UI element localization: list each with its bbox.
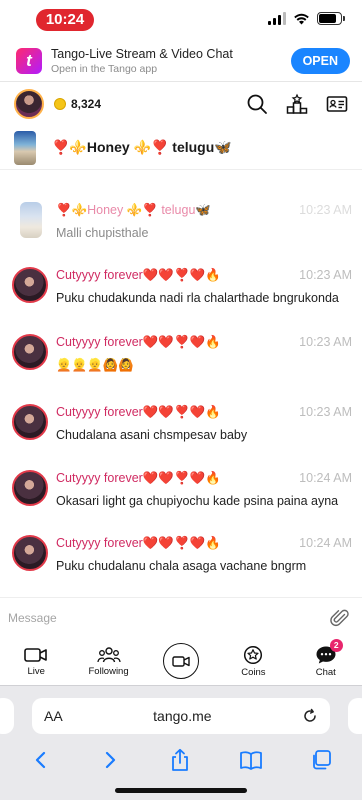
- message-item: Cutyyyy forever❤️❤️❣️❤️🔥 10:23 AM 👱👱👱🙆🙆: [0, 332, 362, 396]
- leaderboard-icon[interactable]: [286, 93, 308, 115]
- banner-title: Tango-Live Stream & Video Chat: [51, 46, 233, 61]
- message-time: 10:23 AM: [299, 405, 352, 419]
- message-item: Cutyyyy forever❤️❤️❣️❤️🔥 10:24 AM Puku c…: [0, 533, 362, 596]
- message-time: 10:24 AM: [299, 536, 352, 550]
- bottom-nav: Live Following Coins 2 Chat: [0, 637, 362, 685]
- nav-following[interactable]: Following: [79, 646, 139, 677]
- profile-card-icon[interactable]: [326, 93, 348, 115]
- address-bar[interactable]: AA tango.me: [32, 698, 330, 734]
- message-text: Okasari light ga chupiyochu kade psina p…: [56, 494, 339, 508]
- chat-partner-name: ❣️⚜️Honey ⚜️❣️ telugu🦋: [52, 139, 232, 155]
- sender-name: Cutyyyy forever❤️❤️❣️❤️🔥: [56, 536, 221, 550]
- status-bar: 10:24: [0, 0, 362, 40]
- message-list[interactable]: ❣️⚜️Honey ⚜️❣️ telugu🦋 10:23 AM Malli ch…: [0, 172, 362, 596]
- message-time: 10:23 AM: [299, 268, 352, 282]
- message-text: Puku chudakunda nadi rla chalarthade bng…: [56, 291, 339, 305]
- banner-subtitle: Open in the Tango app: [51, 62, 158, 75]
- sender-name: Cutyyyy forever❤️❤️❣️❤️🔥: [56, 405, 221, 419]
- browser-toolbar: [0, 742, 362, 778]
- tango-logo-icon: t: [16, 47, 42, 74]
- status-time: 10:24: [36, 9, 94, 31]
- go-live-button[interactable]: [162, 643, 199, 679]
- nav-chat-label: Chat: [315, 666, 336, 678]
- message-item: ❣️⚜️Honey ⚜️❣️ telugu🦋 10:23 AM Malli ch…: [0, 200, 362, 264]
- nav-live[interactable]: Live: [6, 646, 66, 677]
- message-text: Chudalana asani chsmpesav baby: [56, 428, 248, 442]
- nav-following-label: Following: [88, 665, 129, 677]
- attachment-icon[interactable]: [330, 608, 350, 628]
- nav-coins-label: Coins: [241, 666, 266, 678]
- message-time: 10:23 AM: [299, 335, 352, 349]
- message-item: Cutyyyy forever❤️❤️❣️❤️🔥 10:23 AM Puku c…: [0, 265, 362, 329]
- message-input[interactable]: Message: [8, 611, 330, 625]
- url-text: tango.me: [153, 708, 212, 724]
- nav-coins[interactable]: Coins: [223, 645, 283, 678]
- home-indicator: [115, 788, 247, 793]
- nav-go-live[interactable]: [151, 643, 211, 679]
- unread-badge: 2: [329, 638, 343, 652]
- status-icons: [268, 12, 345, 25]
- search-icon[interactable]: [246, 93, 268, 115]
- sender-name: Cutyyyy forever❤️❤️❣️❤️🔥: [56, 335, 221, 349]
- back-chevron-icon[interactable]: [30, 749, 52, 771]
- message-item: Cutyyyy forever❤️❤️❣️❤️🔥 10:23 AM Chudal…: [0, 402, 362, 466]
- chat-partner-avatar[interactable]: [14, 130, 36, 165]
- cellular-signal-icon: [268, 12, 286, 25]
- browser-chrome: AA tango.me: [0, 685, 362, 800]
- chat-header[interactable]: ❣️⚜️Honey ⚜️❣️ telugu🦋: [0, 126, 362, 170]
- bookmarks-book-icon[interactable]: [239, 749, 263, 771]
- next-tab-preview[interactable]: [348, 698, 362, 734]
- sender-avatar[interactable]: [20, 202, 42, 238]
- sender-avatar[interactable]: [12, 267, 48, 303]
- banner-text: Tango-Live Stream & Video Chat Open in t…: [51, 47, 291, 75]
- sender-name: ❣️⚜️Honey ⚜️❣️ telugu🦋: [56, 203, 211, 217]
- message-text: Malli chupisthale: [56, 226, 149, 240]
- coins-balance: 8,324: [71, 97, 102, 111]
- tabs-icon[interactable]: [310, 749, 332, 771]
- message-time: 10:23 AM: [299, 203, 352, 217]
- message-time: 10:24 AM: [299, 471, 352, 485]
- previous-tab-preview[interactable]: [0, 698, 14, 734]
- profile-avatar[interactable]: [14, 89, 44, 119]
- share-icon[interactable]: [169, 748, 191, 772]
- coins-star-icon: [244, 645, 263, 664]
- wifi-icon: [294, 13, 309, 25]
- video-camera-icon: [24, 647, 47, 662]
- message-text: Puku chudalanu chala asaga vachane bngrm: [56, 559, 307, 573]
- message-composer: Message: [0, 597, 362, 637]
- reload-icon[interactable]: [302, 708, 318, 724]
- sender-name: Cutyyyy forever❤️❤️❣️❤️🔥: [56, 268, 221, 282]
- sender-avatar[interactable]: [12, 404, 48, 440]
- message-item: Cutyyyy forever❤️❤️❣️❤️🔥 10:24 AM Okasar…: [0, 468, 362, 532]
- top-header: 8,324: [0, 82, 362, 126]
- sender-avatar[interactable]: [12, 334, 48, 370]
- sender-name: Cutyyyy forever❤️❤️❣️❤️🔥: [56, 471, 221, 485]
- open-app-button[interactable]: OPEN: [290, 47, 350, 74]
- sender-avatar[interactable]: [12, 535, 48, 571]
- nav-live-label: Live: [27, 665, 45, 677]
- coin-icon: [54, 98, 66, 110]
- nav-chat[interactable]: 2 Chat: [296, 638, 356, 678]
- header-actions: [246, 93, 348, 115]
- app-install-banner: t Tango-Live Stream & Video Chat Open in…: [0, 40, 362, 82]
- video-camera-icon: [172, 655, 190, 667]
- message-text: 👱👱👱🙆🙆: [56, 358, 134, 372]
- battery-icon: [317, 12, 345, 25]
- sender-avatar[interactable]: [12, 470, 48, 506]
- following-people-icon: [96, 646, 121, 662]
- reader-aa-button[interactable]: AA: [44, 708, 63, 724]
- forward-chevron-icon[interactable]: [99, 749, 121, 771]
